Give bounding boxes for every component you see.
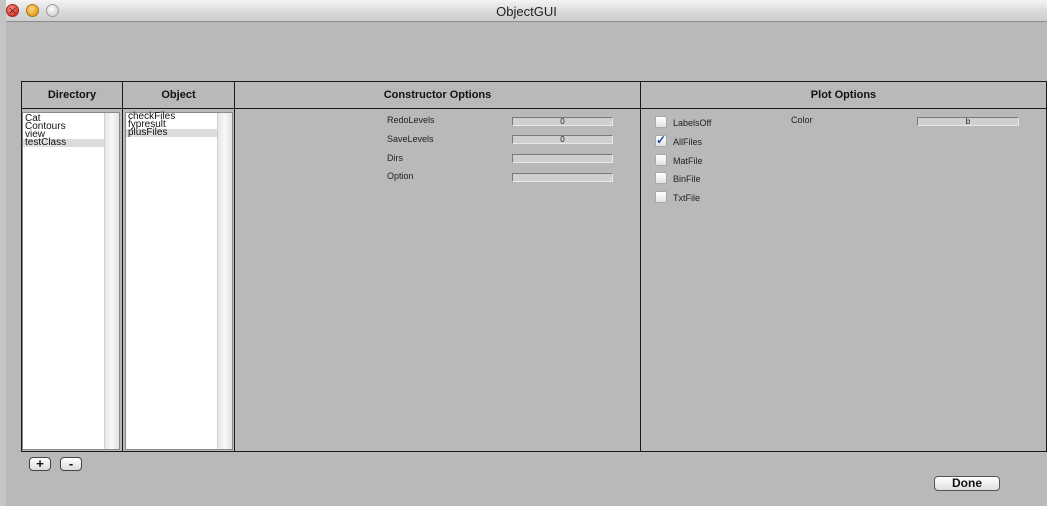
object-scrollbar[interactable] <box>217 113 232 449</box>
matfile-label: MatFile <box>673 156 703 166</box>
labelsoff-label: LabelsOff <box>673 118 712 128</box>
savelevels-label: SaveLevels <box>387 134 434 144</box>
constructor-options-header: Constructor Options <box>234 81 641 109</box>
matfile-checkbox[interactable] <box>655 154 667 166</box>
remove-button[interactable]: - <box>60 457 82 471</box>
add-button[interactable]: + <box>29 457 51 471</box>
dirs-field[interactable] <box>512 154 613 163</box>
done-button[interactable]: Done <box>934 476 1000 491</box>
txtfile-label: TxtFile <box>673 193 700 203</box>
option-field[interactable] <box>512 173 613 182</box>
color-label: Color <box>791 115 813 125</box>
binfile-checkbox[interactable] <box>655 172 667 184</box>
txtfile-checkbox[interactable] <box>655 191 667 203</box>
option-label: Option <box>387 171 414 181</box>
allfiles-label: AllFiles <box>673 137 703 147</box>
binfile-label: BinFile <box>673 174 701 184</box>
directory-item-testclass[interactable]: testClass <box>23 138 105 148</box>
directory-listbox[interactable]: Cat Contours view testClass <box>22 112 120 450</box>
directory-header: Directory <box>21 81 123 109</box>
object-listbox[interactable]: checkFiles fypresult plusFiles <box>125 112 233 450</box>
dirs-label: Dirs <box>387 153 403 163</box>
savelevels-field[interactable]: 0 <box>512 135 613 144</box>
labelsoff-checkbox[interactable] <box>655 116 667 128</box>
window-title: ObjectGUI <box>496 4 557 19</box>
directory-scrollbar[interactable] <box>104 113 119 449</box>
redolevels-label: RedoLevels <box>387 115 435 125</box>
redolevels-field[interactable]: 0 <box>512 117 613 126</box>
object-item-plusfiles[interactable]: plusFiles <box>126 128 218 138</box>
allfiles-checkbox[interactable]: ✓ <box>655 133 667 147</box>
title-bar: × ObjectGUI <box>6 0 1047 22</box>
object-header: Object <box>122 81 235 109</box>
color-field[interactable]: b <box>917 117 1019 126</box>
plot-options-header: Plot Options <box>640 81 1047 109</box>
checkmark-icon: ✓ <box>656 133 667 147</box>
